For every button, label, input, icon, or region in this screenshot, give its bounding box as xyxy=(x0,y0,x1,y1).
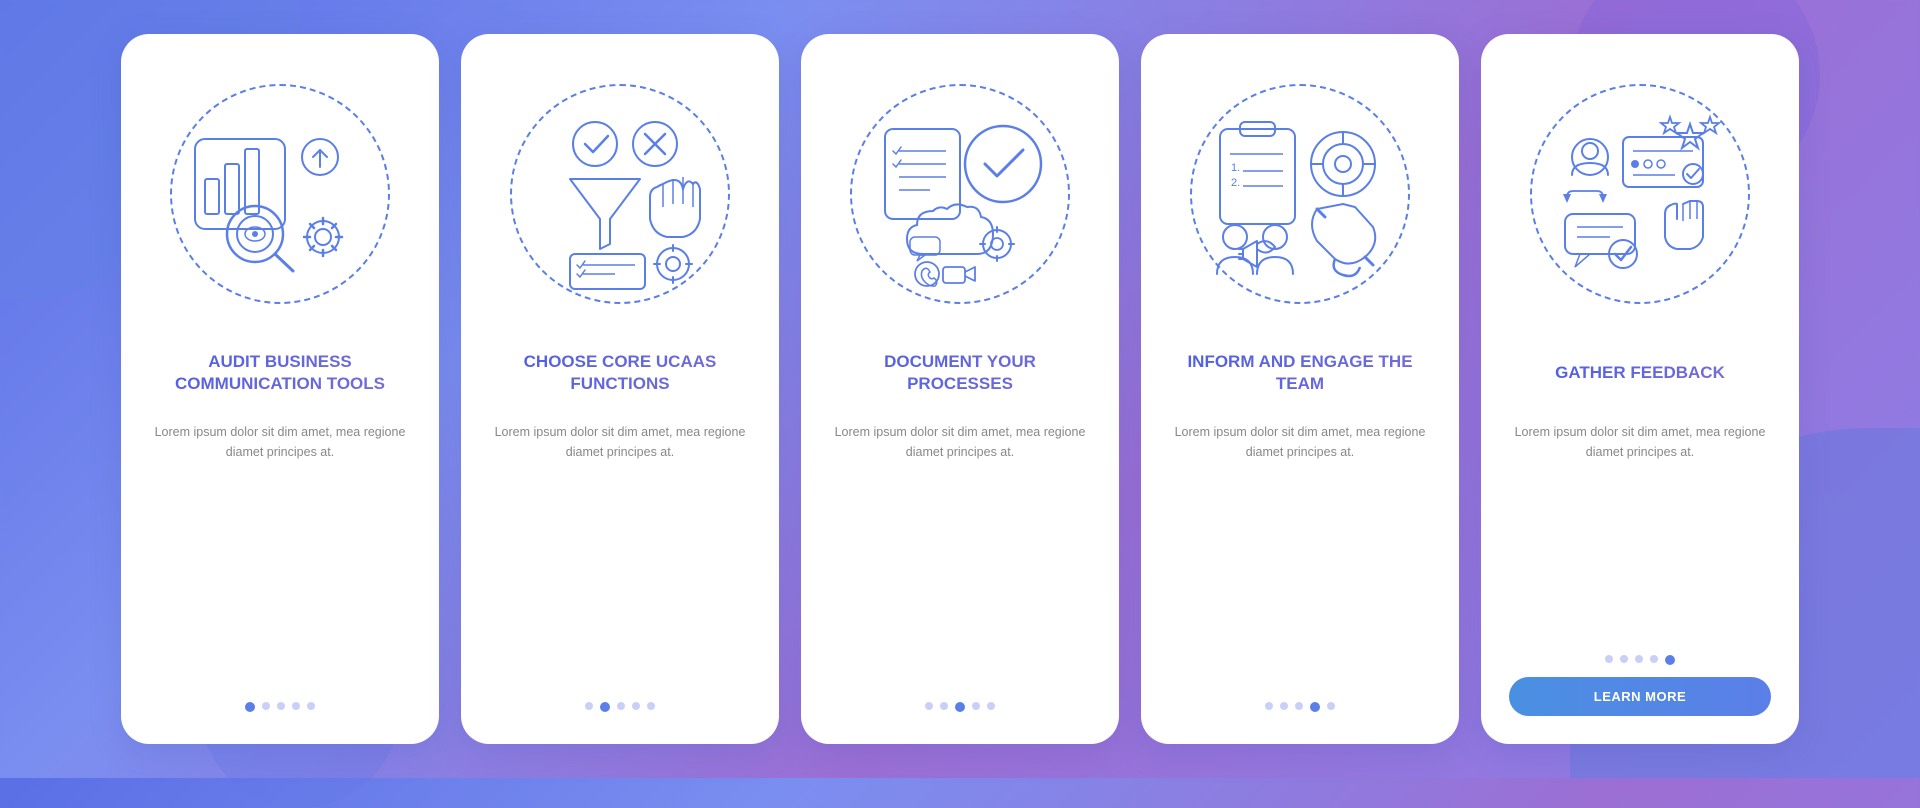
dot-3[interactable] xyxy=(1295,702,1303,710)
dot-2[interactable] xyxy=(940,702,948,710)
card-audit: AUDIT BUSINESS COMMUNICATION TOOLS Lorem… xyxy=(121,34,439,744)
dot-4[interactable] xyxy=(972,702,980,710)
card-feedback-title: GATHER FEEDBACK xyxy=(1555,340,1725,406)
card-team-title: INFORM AND ENGAGE THE TEAM xyxy=(1169,340,1431,406)
dot-3[interactable] xyxy=(277,702,285,710)
learn-more-button[interactable]: LEARN MORE xyxy=(1509,677,1771,716)
dot-3[interactable] xyxy=(955,702,965,712)
dot-4[interactable] xyxy=(632,702,640,710)
dot-5[interactable] xyxy=(307,702,315,710)
card-document-dots xyxy=(925,702,995,712)
dot-4[interactable] xyxy=(1310,702,1320,712)
card-audit-title: AUDIT BUSINESS COMMUNICATION TOOLS xyxy=(149,340,411,406)
card-audit-illustration xyxy=(150,64,410,324)
dot-3[interactable] xyxy=(617,702,625,710)
dot-2[interactable] xyxy=(1280,702,1288,710)
card-audit-description: Lorem ipsum dolor sit dim amet, mea regi… xyxy=(149,422,411,462)
dot-5[interactable] xyxy=(1665,655,1675,665)
card-document-title: DOCUMENT YOUR PROCESSES xyxy=(829,340,1091,406)
dot-1[interactable] xyxy=(585,702,593,710)
card-ucaas: CHOOSE CORE UCAAS FUNCTIONS Lorem ipsum … xyxy=(461,34,779,744)
card-team-description: Lorem ipsum dolor sit dim amet, mea regi… xyxy=(1169,422,1431,462)
card-audit-dots xyxy=(245,702,315,712)
svg-text:2.: 2. xyxy=(1231,177,1240,189)
audit-icon xyxy=(175,89,385,299)
card-feedback: GATHER FEEDBACK Lorem ipsum dolor sit di… xyxy=(1481,34,1799,744)
ucaas-icon xyxy=(515,89,725,299)
dot-1[interactable] xyxy=(245,702,255,712)
card-document-description: Lorem ipsum dolor sit dim amet, mea regi… xyxy=(829,422,1091,462)
card-team: 1. 2. xyxy=(1141,34,1459,744)
dot-2[interactable] xyxy=(1620,655,1628,663)
card-feedback-illustration xyxy=(1510,64,1770,324)
team-icon: 1. 2. xyxy=(1195,89,1405,299)
svg-text:1.: 1. xyxy=(1231,162,1240,174)
dot-5[interactable] xyxy=(1327,702,1335,710)
dot-5[interactable] xyxy=(647,702,655,710)
card-feedback-description: Lorem ipsum dolor sit dim amet, mea regi… xyxy=(1509,422,1771,462)
feedback-icon xyxy=(1535,89,1745,299)
dot-5[interactable] xyxy=(987,702,995,710)
card-ucaas-description: Lorem ipsum dolor sit dim amet, mea regi… xyxy=(489,422,751,462)
card-ucaas-illustration xyxy=(490,64,750,324)
dot-1[interactable] xyxy=(1265,702,1273,710)
dot-4[interactable] xyxy=(1650,655,1658,663)
card-team-illustration: 1. 2. xyxy=(1170,64,1430,324)
dot-3[interactable] xyxy=(1635,655,1643,663)
dot-2[interactable] xyxy=(600,702,610,712)
card-ucaas-title: CHOOSE CORE UCAAS FUNCTIONS xyxy=(489,340,751,406)
card-document-illustration xyxy=(830,64,1090,324)
dot-1[interactable] xyxy=(1605,655,1613,663)
card-team-dots xyxy=(1265,702,1335,712)
dot-1[interactable] xyxy=(925,702,933,710)
card-feedback-dots xyxy=(1605,655,1675,665)
card-ucaas-dots xyxy=(585,702,655,712)
cards-container: AUDIT BUSINESS COMMUNICATION TOOLS Lorem… xyxy=(101,14,1819,764)
dot-2[interactable] xyxy=(262,702,270,710)
dot-4[interactable] xyxy=(292,702,300,710)
document-icon xyxy=(855,89,1065,299)
card-document: DOCUMENT YOUR PROCESSES Lorem ipsum dolo… xyxy=(801,34,1119,744)
